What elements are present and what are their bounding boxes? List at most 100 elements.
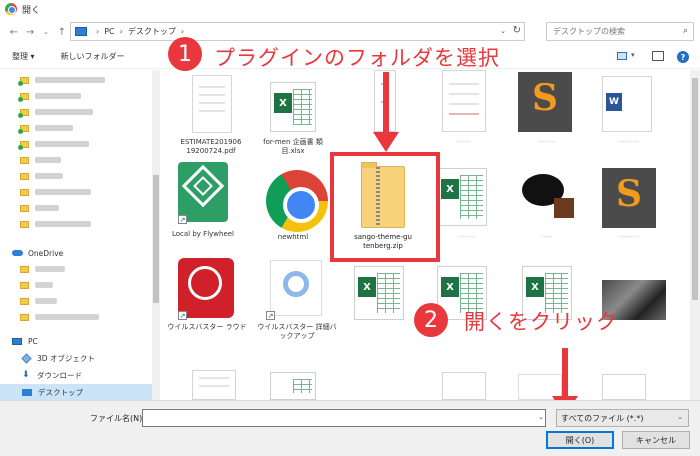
folder-icon bbox=[20, 281, 29, 289]
search-icon: ⌕ bbox=[682, 26, 688, 36]
up-arrow-icon[interactable]: ↑ bbox=[54, 24, 70, 40]
back-arrow-icon[interactable]: ← bbox=[6, 24, 22, 40]
download-icon: ⬇ bbox=[22, 369, 30, 380]
file-thumbnail-pdf[interactable] bbox=[192, 75, 232, 133]
step-1-text: プラグインのフォルダを選択 bbox=[214, 46, 500, 70]
sidebar-item-desktop[interactable]: デスクトップ bbox=[0, 384, 152, 400]
sidebar-item-label: 3D オブジェクト bbox=[37, 353, 95, 363]
chrome-icon[interactable] bbox=[266, 170, 328, 232]
blurred-label bbox=[35, 314, 99, 320]
shortcut-arrow-icon: ↗ bbox=[178, 215, 187, 224]
sidebar-item[interactable] bbox=[20, 216, 160, 232]
blurred-file-name[interactable]: ····· bbox=[512, 233, 582, 242]
address-bar[interactable]: › PC › デスクトップ › ⌄ ↻ bbox=[70, 22, 525, 41]
blurred-file-name[interactable]: ········ bbox=[432, 233, 502, 242]
sidebar-item-label: ダウンロード bbox=[37, 370, 82, 380]
breadcrumb-pc[interactable]: PC bbox=[104, 27, 114, 36]
filename-dropdown-icon[interactable]: ⌄ bbox=[538, 413, 544, 421]
cloud-icon bbox=[12, 250, 23, 256]
file-type-select[interactable]: すべてのファイル (*.*) ⌄ bbox=[556, 409, 689, 427]
breadcrumb-desktop[interactable]: デスクトップ bbox=[128, 26, 176, 37]
file-list-scrollbar-thumb[interactable] bbox=[692, 78, 698, 300]
filename-input[interactable] bbox=[142, 409, 546, 427]
file-thumbnail[interactable] bbox=[442, 372, 486, 400]
file-thumbnail[interactable] bbox=[442, 70, 486, 132]
file-name[interactable]: for-men 企画書 類目.xlsx bbox=[252, 138, 334, 156]
excel-icon[interactable]: X bbox=[354, 266, 404, 320]
sidebar-scrollbar-thumb[interactable] bbox=[153, 175, 159, 303]
open-button[interactable]: 開く(O) bbox=[546, 431, 614, 449]
excel-icon[interactable]: X bbox=[437, 168, 487, 226]
step-1-arrow bbox=[383, 72, 389, 134]
sublime-text-icon[interactable]: S bbox=[602, 168, 656, 228]
blurred-label bbox=[35, 205, 59, 211]
sidebar-item-downloads[interactable]: ⬇ ダウンロード bbox=[22, 367, 160, 383]
sidebar-item[interactable] bbox=[18, 136, 160, 152]
step-2-arrow bbox=[562, 348, 568, 398]
sidebar-item[interactable] bbox=[20, 261, 160, 277]
cancel-button[interactable]: キャンセル bbox=[622, 431, 690, 449]
file-name[interactable]: ESTIMATE201906 19200724.pdf bbox=[170, 138, 252, 156]
blurred-file-name[interactable]: ········ bbox=[512, 138, 582, 147]
sublime-text-icon[interactable]: S bbox=[518, 72, 572, 132]
local-by-flywheel-icon[interactable] bbox=[178, 162, 228, 222]
sidebar-item-3d-objects[interactable]: 3D オブジェクト bbox=[21, 350, 160, 366]
address-dropdown-icon[interactable]: ⌄ bbox=[500, 27, 506, 35]
blurred-file-name[interactable]: ········· bbox=[594, 233, 664, 242]
file-name[interactable]: Local by Flywheel bbox=[162, 230, 244, 239]
sidebar-item[interactable] bbox=[20, 200, 160, 216]
file-thumbnail[interactable] bbox=[602, 374, 646, 400]
recent-dropdown-icon[interactable]: ⌄ bbox=[38, 24, 54, 40]
chevron-right-icon: › bbox=[96, 27, 100, 36]
virus-buster-icon[interactable] bbox=[178, 258, 234, 318]
sidebar-item[interactable] bbox=[18, 120, 160, 136]
blurred-label bbox=[35, 157, 61, 163]
title-bar: 開く bbox=[0, 0, 700, 18]
view-icon[interactable] bbox=[617, 52, 627, 60]
sidebar-item-label: デスクトップ bbox=[38, 387, 83, 397]
sidebar-item-pc[interactable]: PC bbox=[12, 333, 160, 349]
file-name[interactable]: ウイルスバスター 詳細バックアップ bbox=[256, 323, 338, 341]
file-thumbnail[interactable] bbox=[192, 370, 236, 400]
blurred-label bbox=[35, 109, 93, 115]
help-icon[interactable]: ? bbox=[677, 51, 689, 63]
refresh-icon[interactable]: ↻ bbox=[513, 25, 521, 36]
folder-icon bbox=[20, 297, 29, 305]
folder-icon bbox=[18, 92, 29, 102]
excel-icon[interactable]: X bbox=[270, 82, 316, 132]
blurred-label bbox=[35, 125, 73, 131]
shortcut-arrow-icon: ↗ bbox=[178, 311, 187, 320]
folder-icon bbox=[20, 156, 29, 164]
blurred-label bbox=[35, 221, 91, 227]
blurred-label bbox=[35, 77, 105, 83]
excel-icon[interactable] bbox=[270, 372, 316, 400]
app-icon[interactable] bbox=[270, 260, 322, 316]
sidebar-item[interactable] bbox=[20, 277, 160, 293]
sidebar-item[interactable] bbox=[20, 309, 160, 325]
step-2-badge: 2 bbox=[414, 303, 448, 337]
word-icon[interactable]: W bbox=[602, 76, 652, 132]
file-name[interactable]: ウイルスバスター ラウド bbox=[166, 323, 248, 332]
sidebar-item[interactable] bbox=[20, 293, 160, 309]
chevron-right-icon: › bbox=[119, 27, 123, 36]
folder-icon bbox=[20, 265, 29, 273]
sidebar-item[interactable] bbox=[18, 72, 160, 88]
sidebar-item-onedrive[interactable]: OneDrive bbox=[12, 245, 160, 261]
sidebar-item[interactable] bbox=[20, 152, 160, 168]
pc-icon bbox=[12, 337, 22, 345]
view-dropdown-icon[interactable]: ▾ bbox=[631, 51, 635, 59]
blurred-file-name[interactable]: ········· bbox=[594, 138, 664, 147]
preview-pane-icon[interactable] bbox=[652, 51, 664, 61]
sidebar-item[interactable] bbox=[18, 104, 160, 120]
selection-highlight bbox=[330, 152, 440, 262]
sidebar-item[interactable] bbox=[18, 88, 160, 104]
blurred-file-name[interactable]: ······· bbox=[428, 138, 498, 147]
search-input[interactable]: デスクトップの検索 ⌕ bbox=[546, 22, 694, 41]
window-title: 開く bbox=[22, 5, 41, 16]
forward-arrow-icon[interactable]: → bbox=[22, 24, 38, 40]
organize-button[interactable]: 整理 ▾ bbox=[12, 51, 35, 62]
file-name[interactable]: newhtml bbox=[252, 233, 334, 242]
sidebar-item[interactable] bbox=[20, 168, 160, 184]
sidebar-item[interactable] bbox=[20, 184, 160, 200]
new-folder-button[interactable]: 新しいフォルダー bbox=[61, 51, 125, 62]
